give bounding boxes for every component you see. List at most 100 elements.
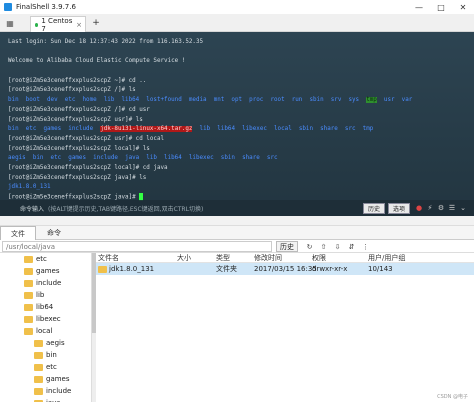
folder-icon: [98, 266, 107, 273]
folder-icon: [34, 387, 43, 395]
terminal-line: Welcome to Alibaba Cloud Elastic Compute…: [8, 57, 466, 67]
tab-files[interactable]: 文件: [0, 226, 36, 240]
minimize-icon[interactable]: —: [408, 0, 430, 14]
terminal-text: [root@iZm5e3ceneffxxplus2scpZ usr]# cd l…: [8, 135, 165, 142]
tab-close-icon[interactable]: ×: [76, 21, 82, 29]
tree-item[interactable]: etc: [0, 361, 91, 373]
folder-icon: [34, 375, 43, 383]
add-tab-icon[interactable]: +: [90, 16, 102, 30]
tree-item-label: lib64: [36, 303, 54, 311]
terminal-text: [root@iZm5e3ceneffxxplus2scpZ local]# cd…: [8, 164, 168, 171]
folder-icon: [34, 363, 43, 371]
path-bar: /usr/local/java 历史 ↻ ⇧ ⇩ ⇵ ⋮: [0, 240, 474, 253]
settings-icon[interactable]: ⚙: [436, 203, 446, 214]
tree-item[interactable]: etc: [0, 253, 91, 265]
path-history-button[interactable]: 历史: [276, 241, 298, 252]
command-history-button[interactable]: 历史: [362, 202, 385, 214]
terminal-output[interactable]: Last login: Sun Dec 18 12:37:43 2022 fro…: [0, 32, 474, 216]
tree-item-label: include: [46, 387, 72, 395]
terminal-line: [root@iZm5e3ceneffxxplus2scpZ java]# ls: [8, 174, 466, 184]
file-owner: 10/143: [368, 265, 393, 273]
chevron-down-icon[interactable]: ⌄: [458, 203, 468, 214]
terminal-line: [root@iZm5e3ceneffxxplus2scpZ /]# ls: [8, 86, 466, 96]
close-icon[interactable]: ✕: [452, 0, 474, 14]
panel-splitter[interactable]: [0, 216, 474, 226]
folder-icon: [34, 351, 43, 359]
tab-centos7[interactable]: 1 Centos 7 ×: [30, 16, 86, 33]
tree-item-label: lib: [36, 291, 45, 299]
grid-menu-icon[interactable]: ▦: [4, 17, 16, 29]
tree-item[interactable]: lib64: [0, 301, 91, 313]
tree-item-label: games: [36, 267, 60, 275]
terminal-text: [root@iZm5e3ceneffxxplus2scpZ local]# ls: [8, 145, 150, 152]
file-list: 文件名 大小 类型 修改时间 权限 用户/用户组 jdk1.8.0_131 文件…: [96, 253, 474, 402]
tree-item[interactable]: include: [0, 277, 91, 289]
terminal-text: [root@iZm5e3ceneffxxplus2scpZ usr]# ls: [8, 116, 143, 123]
col-mtime-header[interactable]: 修改时间: [254, 253, 282, 263]
folder-icon: [24, 327, 33, 335]
tree-item-label: etc: [46, 363, 57, 371]
terminal-line: Last login: Sun Dec 18 12:37:43 2022 fro…: [8, 38, 466, 48]
tree-item-label: aegis: [46, 339, 65, 347]
col-size-header[interactable]: 大小: [177, 253, 191, 263]
upload-icon[interactable]: ⇧: [318, 241, 329, 252]
tree-item[interactable]: include: [0, 385, 91, 397]
col-owner-header[interactable]: 用户/用户组: [368, 253, 405, 263]
terminal-text: aegis bin etc games include java lib lib…: [8, 155, 278, 162]
file-row[interactable]: jdk1.8.0_131 文件夹 2017/03/15 16:35 drwxr-…: [96, 263, 474, 275]
command-input-label: 命令输入: [20, 205, 45, 213]
folder-icon: [24, 303, 33, 311]
folder-icon: [24, 315, 33, 323]
tree-item[interactable]: aegis: [0, 337, 91, 349]
terminal-text: tmp: [366, 97, 377, 104]
watermark: CSDN @电子: [437, 394, 468, 400]
tree-item[interactable]: games: [0, 265, 91, 277]
tree-item[interactable]: local: [0, 325, 91, 337]
tree-item-label: bin: [46, 351, 57, 359]
tree-item-label: games: [46, 375, 70, 383]
tree-item[interactable]: lib: [0, 289, 91, 301]
file-name: jdk1.8.0_131: [109, 265, 155, 273]
tree-item[interactable]: java: [0, 397, 91, 402]
command-options-button[interactable]: 选项: [387, 202, 410, 214]
terminal-line: jdk1.8.0_131: [8, 183, 466, 193]
file-mtime: 2017/03/15 16:35: [254, 265, 317, 273]
terminal-text: lib lib64 libexec local sbin share src t…: [192, 126, 374, 133]
refresh-icon[interactable]: ↻: [304, 241, 315, 252]
terminal-line: [root@iZm5e3ceneffxxplus2scpZ ~]# cd ..: [8, 77, 466, 87]
command-input[interactable]: (按ALT键提示历史,TAB键路径,ESC键返回,双击CTRL切换): [48, 204, 203, 213]
terminal-line: [root@iZm5e3ceneffxxplus2scpZ local]# cd…: [8, 164, 466, 174]
folder-icon: [24, 279, 33, 287]
terminal-line: [root@iZm5e3ceneffxxplus2scpZ usr]# ls: [8, 116, 466, 126]
tree-item-label: include: [36, 279, 62, 287]
terminal-text: jdk-8u131-linux-x64.tar.gz: [100, 126, 193, 133]
tree-item-label: etc: [36, 255, 47, 263]
col-name-header[interactable]: 文件名: [98, 253, 119, 263]
terminal-text: jdk1.8.0_131: [8, 184, 51, 191]
file-perm: drwxr-xr-x: [312, 265, 348, 273]
download-icon[interactable]: ⇩: [332, 241, 343, 252]
tree-item[interactable]: libexec: [0, 313, 91, 325]
tab-commands[interactable]: 命令: [36, 226, 72, 240]
window-title: FinalShell 3.9.7.6: [16, 3, 76, 11]
app-window: FinalShell 3.9.7.6 — □ ✕ ▦ 1 Centos 7 × …: [0, 0, 474, 402]
col-type-header[interactable]: 类型: [216, 253, 230, 263]
app-logo-icon: [4, 3, 12, 11]
terminal-text: usr var: [376, 97, 413, 104]
lightning-icon[interactable]: ⚡: [425, 203, 435, 214]
session-tab-bar: ▦ 1 Centos 7 × +: [0, 14, 474, 33]
tree-item[interactable]: bin: [0, 349, 91, 361]
col-perm-header[interactable]: 权限: [312, 253, 326, 263]
tree-item[interactable]: games: [0, 373, 91, 385]
directory-tree: etc games include lib lib64 libexec local aegis…: [0, 253, 92, 402]
maximize-icon[interactable]: □: [430, 0, 452, 14]
record-icon[interactable]: ●: [414, 203, 424, 214]
connected-status-icon: [35, 22, 39, 27]
menu-icon[interactable]: ☰: [447, 203, 457, 214]
command-input-bar: 命令输入 (按ALT键提示历史,TAB键路径,ESC键返回,双击CTRL切换) …: [0, 200, 474, 216]
path-input[interactable]: /usr/local/java: [2, 241, 272, 252]
transfer-icon[interactable]: ⇵: [346, 241, 357, 252]
more-icon[interactable]: ⋮: [360, 241, 371, 252]
title-bar: FinalShell 3.9.7.6 — □ ✕: [0, 0, 474, 14]
